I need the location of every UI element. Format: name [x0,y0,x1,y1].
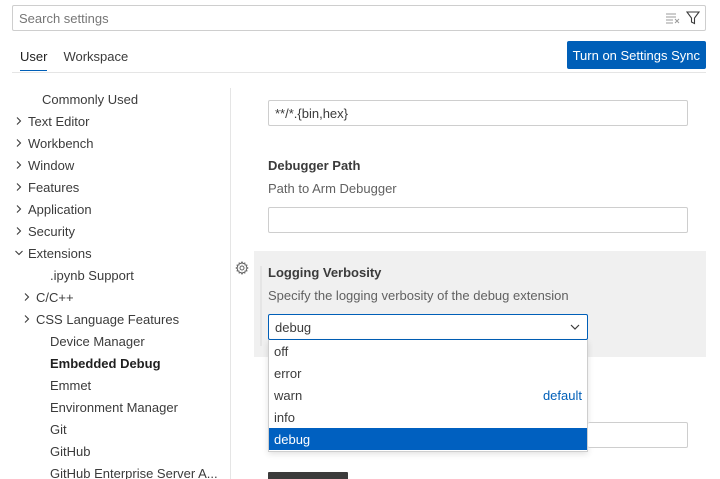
search-actions [665,10,701,26]
toc-item-label: C/C++ [36,289,74,305]
toc-item[interactable]: Window [12,154,230,176]
gear-icon[interactable] [235,261,251,277]
debugger-path-field[interactable] [268,207,688,233]
option-label: info [274,409,295,425]
toc-item-label: GitHub [50,443,91,459]
toc-item-label: CSS Language Features [36,311,180,327]
settings-toc: Commonly Used Text Editor Workbench Window F… [12,88,230,479]
logging-verbosity-dropdown: off error warn default info debug [268,340,588,452]
toc-item[interactable]: Security [12,220,230,242]
toc-item[interactable]: Emmet [12,374,230,396]
tab-workspace[interactable]: Workspace [55,44,136,71]
chevron-right-icon[interactable] [20,312,34,326]
toc-item-label: Environment Manager [50,399,178,415]
chevron-right-icon[interactable] [12,180,26,194]
logging-verbosity-select[interactable]: debug [268,314,588,340]
debugger-path-title: Debugger Path [268,158,361,173]
toc-item[interactable]: Embedded Debug [12,352,230,374]
toc-item[interactable]: Text Editor [12,110,230,132]
toc-item[interactable]: Git [12,418,230,440]
toc-item-label: Emmet [50,377,92,393]
toc-item-label: GitHub Enterprise Server A... [50,465,218,479]
option-warn[interactable]: warn default [269,384,587,406]
toc-item[interactable]: CSS Language Features [12,308,230,330]
toc-item[interactable]: Environment Manager [12,396,230,418]
toc-item[interactable]: C/C++ [12,286,230,308]
toc-item-label: Extensions [28,245,92,261]
default-tag: default [542,387,582,403]
toc-item-label: .ipynb Support [50,267,134,283]
settings-content: **/*.{bin,hex} Debugger Path Path to Arm… [231,74,720,479]
toc-item-label: Text Editor [28,113,90,129]
toc-item[interactable]: Device Manager [12,330,230,352]
toc-item[interactable]: Workbench [12,132,230,154]
toc-item[interactable]: Commonly Used [12,88,230,110]
chevron-down-icon[interactable] [12,246,26,260]
settings-scope-tabs: User Workspace [12,44,136,71]
focus-indicator [260,266,262,346]
toc-item-label: Git [50,421,67,437]
filter-icon[interactable] [685,10,701,26]
toc-item[interactable]: GitHub Enterprise Server A... [12,462,230,479]
option-label: off [274,343,289,359]
toc-item[interactable]: Extensions [12,242,230,264]
toc-item[interactable]: Application [12,198,230,220]
chevron-down-icon [569,321,581,336]
glob-pattern-field[interactable]: **/*.{bin,hex} [268,100,688,126]
option-debug[interactable]: debug [269,428,587,450]
toc-item-label: Application [28,201,92,217]
toc-item-label: Embedded Debug [50,355,161,371]
chevron-right-icon[interactable] [12,224,26,238]
option-off[interactable]: off [269,340,587,362]
option-info[interactable]: info [269,406,587,428]
toc-item[interactable]: Features [12,176,230,198]
toc-item-label: Window [28,157,75,173]
chevron-right-icon[interactable] [20,290,34,304]
debugger-path-description: Path to Arm Debugger [268,181,397,196]
search-settings-box[interactable] [12,5,706,31]
option-label: warn [274,387,303,403]
toc-item[interactable]: .ipynb Support [12,264,230,286]
logging-verbosity-description: Specify the logging verbosity of the deb… [268,288,569,303]
option-label: debug [274,431,311,447]
chevron-right-icon[interactable] [12,158,26,172]
tabs-divider [12,72,706,73]
partially-hidden-field[interactable] [588,422,688,448]
toc-item[interactable]: GitHub [12,440,230,462]
option-error[interactable]: error [269,362,587,384]
toc-item-label: Commonly Used [42,91,139,107]
select-value: debug [275,320,312,335]
chevron-right-icon[interactable] [12,202,26,216]
chevron-right-icon[interactable] [12,114,26,128]
toc-item-label: Security [28,223,75,239]
next-section-heading [268,472,348,479]
chevron-right-icon[interactable] [12,136,26,150]
toc-item-label: Features [28,179,80,195]
clear-filter-icon[interactable] [665,10,681,26]
toc-item-label: Workbench [28,135,94,151]
toc-item-label: Device Manager [50,333,145,349]
logging-verbosity-title: Logging Verbosity [268,265,382,280]
search-input[interactable] [19,10,639,27]
turn-on-settings-sync-button[interactable]: Turn on Settings Sync [566,41,706,69]
tab-user[interactable]: User [12,44,55,71]
option-label: error [274,365,302,381]
